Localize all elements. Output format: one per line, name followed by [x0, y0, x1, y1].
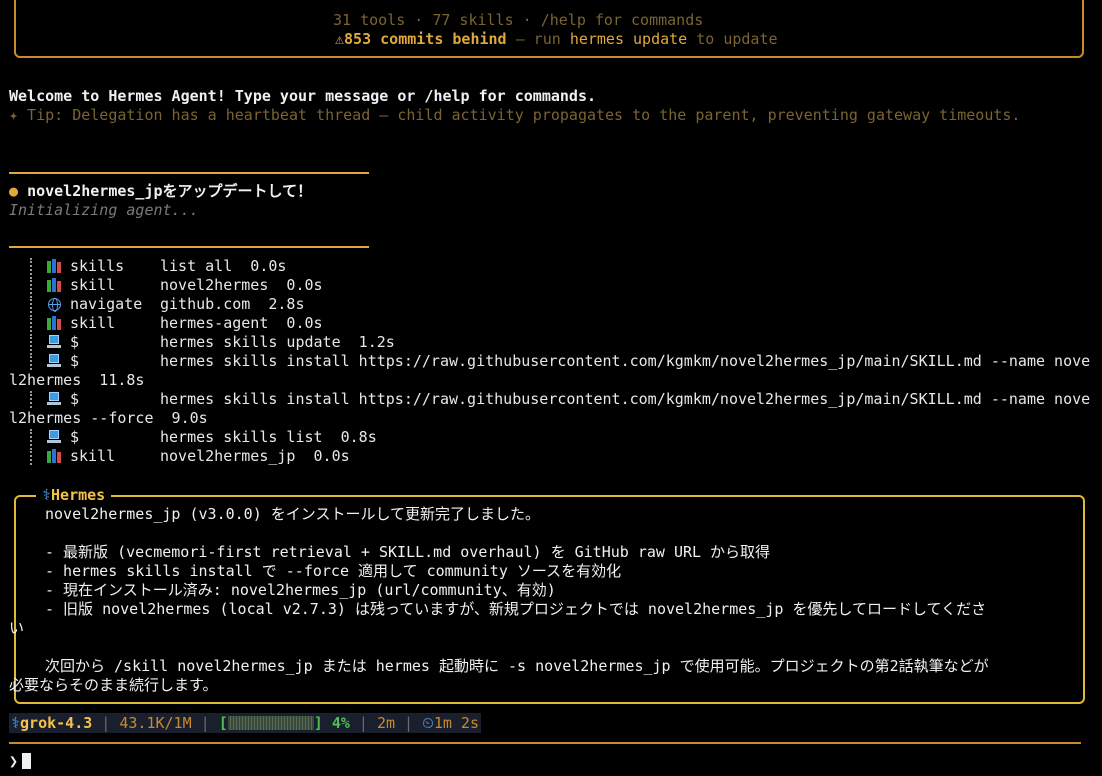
warning-icon: ⚠ — [335, 30, 345, 48]
books-icon — [46, 276, 62, 295]
update-command: hermes update — [569, 30, 688, 48]
user-message: ● novel2hermes_jpをアップデートして！ — [9, 182, 312, 201]
tool-row: skills list all 0.0s — [30, 257, 286, 276]
tool-name: skills — [70, 257, 125, 275]
tool-args: hermes skills update 1.2s — [160, 333, 395, 351]
welcome-message: Welcome to Hermes Agent! Type your messa… — [9, 87, 596, 105]
tool-args: hermes skills install https://raw.github… — [160, 390, 1091, 408]
commits-behind: 853 commits behind — [344, 30, 507, 48]
tree-guide — [30, 258, 34, 275]
text-cursor[interactable] — [22, 753, 32, 769]
books-icon — [46, 447, 62, 466]
response-line: 必要ならそのまま続行します。 — [9, 676, 218, 694]
separator-top — [9, 172, 369, 174]
tree-guide — [30, 334, 34, 351]
tip-message: ✦ Tip: Delegation has a heartbeat thread… — [9, 106, 1021, 124]
response-line: - 現在インストール済み: novel2hermes_jp (url/commu… — [45, 581, 556, 599]
tree-guide — [30, 353, 34, 370]
tool-args: hermes skills install https://raw.github… — [160, 352, 1091, 370]
tool-name: $ — [70, 390, 80, 408]
tool-args: github.com 2.8s — [160, 295, 305, 313]
globe-icon — [46, 295, 62, 314]
separator-bottom — [9, 246, 369, 248]
tool-row: $ hermes skills update 1.2s — [30, 333, 395, 352]
banner-update-line: ⚠853 commits behind — run hermes update … — [335, 30, 778, 49]
banner-tools-line: 31 tools · 77 skills · /help for command… — [333, 11, 704, 29]
context-percent: 4% — [331, 714, 350, 732]
laptop-icon — [46, 428, 62, 447]
update-hint-tail: to update — [687, 30, 778, 48]
books-icon — [46, 257, 62, 276]
model-icon: ⚕ — [11, 714, 21, 732]
response-line: - hermes skills install で --force 適用して c… — [45, 562, 622, 580]
tool-row: skill novel2hermes_jp 0.0s — [30, 447, 350, 466]
response-line: 次回から /skill novel2hermes_jp または hermes 起… — [45, 657, 989, 675]
tool-args: novel2hermes 0.0s — [160, 276, 323, 294]
user-message-text: novel2hermes_jpをアップデートして！ — [27, 182, 313, 200]
status-bar: ⚕grok-4.3 | 43.1K/1M | [] 4% | 2m | ⏲1m … — [9, 713, 481, 733]
tool-row: l2hermes --force 9.0s — [9, 409, 208, 428]
laptop-icon — [46, 390, 62, 409]
laptop-icon — [46, 352, 62, 371]
caduceus-icon: ⚕ — [42, 486, 52, 504]
response-line: novel2hermes_jp (v3.0.0) をインストールして更新完了しま… — [45, 505, 541, 523]
tool-name: skill — [70, 447, 116, 465]
tool-name: skill — [70, 314, 116, 332]
tool-args: novel2hermes_jp 0.0s — [160, 447, 350, 465]
tool-name: $ — [70, 428, 80, 446]
prompt-chevron-icon: ❯ — [9, 752, 19, 770]
update-hint-dash: — run — [506, 30, 570, 48]
laptop-icon — [46, 333, 62, 352]
input-separator — [9, 742, 1081, 744]
input-prompt[interactable]: ❯ — [9, 752, 32, 771]
tool-row: l2hermes 11.8s — [9, 371, 144, 390]
tool-args: l2hermes --force 9.0s — [9, 409, 208, 427]
user-bullet-icon: ● — [9, 182, 19, 200]
response-line: - 旧版 novel2hermes (local v2.7.3) は残っています… — [45, 600, 987, 618]
timer-value: 1m 2s — [433, 714, 479, 732]
tool-row: navigate github.com 2.8s — [30, 295, 305, 314]
tool-name: $ — [70, 352, 80, 370]
books-icon — [46, 314, 62, 333]
tool-row: $ hermes skills list 0.8s — [30, 428, 377, 447]
tool-name: $ — [70, 333, 80, 351]
tree-guide — [30, 315, 34, 332]
progress-bracket-close: ] — [313, 714, 323, 732]
hermes-response-title: ⚕Hermes — [36, 486, 112, 505]
timer-icon: ⏲ — [422, 714, 434, 732]
model-name: grok-4.3 — [20, 714, 93, 732]
context-progress-bar — [227, 716, 314, 730]
tree-guide — [30, 391, 34, 408]
elapsed-time: 2m — [376, 714, 396, 732]
tool-name: navigate — [70, 295, 143, 313]
tree-guide — [30, 429, 34, 446]
tool-row: skill hermes-agent 0.0s — [30, 314, 323, 333]
tool-row: $ hermes skills install https://raw.githu… — [30, 390, 1090, 409]
tree-guide — [30, 296, 34, 313]
tree-guide — [30, 277, 34, 294]
response-line: - 最新版 (vecmemori-first retrieval + SKILL… — [45, 543, 771, 561]
tool-args: l2hermes 11.8s — [9, 371, 145, 389]
tool-row: $ hermes skills install https://raw.githu… — [30, 352, 1090, 371]
progress-bracket-open: [ — [218, 714, 228, 732]
tool-args: hermes-agent 0.0s — [160, 314, 323, 332]
tool-row: skill novel2hermes 0.0s — [30, 276, 323, 295]
tree-guide — [30, 448, 34, 465]
tool-args: list all 0.0s — [160, 257, 287, 275]
tool-name: skill — [70, 276, 116, 294]
agent-status: Initializing agent... — [9, 201, 199, 219]
response-line: い — [9, 619, 25, 637]
tool-args: hermes skills list 0.8s — [160, 428, 377, 446]
token-usage: 43.1K/1M — [119, 714, 192, 732]
